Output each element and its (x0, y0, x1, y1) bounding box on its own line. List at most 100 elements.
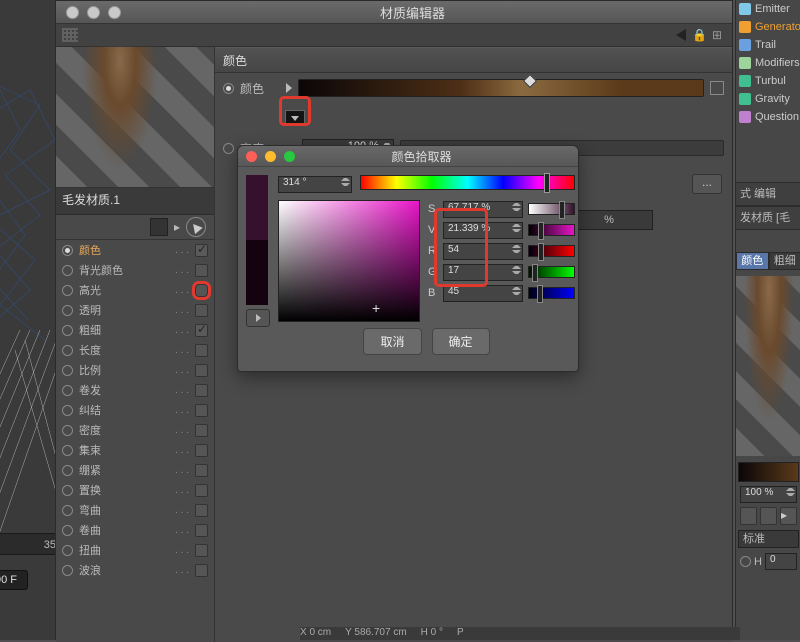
window-titlebar[interactable]: 材质编辑器 (56, 1, 732, 24)
channel-绷紧[interactable]: 绷紧. . . (56, 460, 214, 480)
minimize-dot[interactable] (87, 6, 100, 19)
channel-颜色[interactable]: 颜色. . . (56, 240, 214, 260)
channel-radio[interactable] (62, 365, 73, 376)
channel-checkbox[interactable] (195, 344, 208, 357)
grid-icon[interactable] (62, 28, 78, 42)
channel-radio[interactable] (62, 525, 73, 536)
channel-比例[interactable]: 比例. . . (56, 360, 214, 380)
g-field[interactable]: 17 (443, 264, 523, 281)
attr-play-button[interactable]: ▸ (780, 507, 797, 525)
channel-radio[interactable] (62, 425, 73, 436)
v-field[interactable]: 21.339 % (443, 222, 523, 239)
attr-mode-row[interactable]: 式 编辑 (736, 182, 800, 206)
channel-透明[interactable]: 透明. . . (56, 300, 214, 320)
zoom-dot[interactable] (108, 6, 121, 19)
s-slider[interactable] (528, 203, 575, 215)
channel-radio[interactable] (62, 325, 73, 336)
channel-checkbox[interactable] (195, 324, 208, 337)
channel-radio[interactable] (62, 345, 73, 356)
object-Turbul[interactable]: Turbul (736, 72, 800, 90)
channel-checkbox[interactable] (195, 404, 208, 417)
sv-picker-area[interactable]: + (278, 200, 420, 322)
color-gradient-bar[interactable] (298, 79, 704, 97)
channel-radio[interactable] (62, 545, 73, 556)
back-icon[interactable] (676, 29, 686, 41)
channel-密度[interactable]: 密度. . . (56, 420, 214, 440)
picker-min-dot[interactable] (265, 151, 276, 162)
g-slider[interactable] (528, 266, 575, 278)
channel-扭曲[interactable]: 扭曲. . . (56, 540, 214, 560)
channel-checkbox[interactable] (195, 424, 208, 437)
picker-zoom-dot[interactable] (284, 151, 295, 162)
channel-radio[interactable] (62, 485, 73, 496)
channel-纠结[interactable]: 纠结. . . (56, 400, 214, 420)
channel-背光颜色[interactable]: 背光颜色. . . (56, 260, 214, 280)
channel-radio[interactable] (62, 265, 73, 276)
hue-bar[interactable] (360, 175, 575, 190)
channel-checkbox[interactable] (195, 284, 208, 297)
nav-square-button[interactable] (150, 218, 168, 236)
channel-radio[interactable] (62, 505, 73, 516)
hue-handle[interactable] (544, 173, 550, 193)
attr-btn-1[interactable] (740, 507, 757, 525)
eyedropper-button[interactable] (246, 309, 270, 327)
material-name-field[interactable]: 毛发材质.1 (56, 188, 214, 215)
channel-checkbox[interactable] (195, 364, 208, 377)
hue-field[interactable]: 314 ° (278, 176, 352, 193)
channel-radio[interactable] (62, 405, 73, 416)
picker-close-dot[interactable] (246, 151, 257, 162)
channel-长度[interactable]: 长度. . . (56, 340, 214, 360)
channel-checkbox[interactable] (195, 544, 208, 557)
gradient-knot[interactable] (523, 74, 537, 88)
channel-卷发[interactable]: 卷发. . . (56, 380, 214, 400)
attr-btn-2[interactable] (760, 507, 777, 525)
s-field[interactable]: 67.717 % (443, 201, 523, 218)
channel-checkbox[interactable] (195, 504, 208, 517)
channel-checkbox[interactable] (195, 244, 208, 257)
channel-checkbox[interactable] (195, 524, 208, 537)
b-field[interactable]: 45 (443, 285, 523, 302)
timeline-frame-field[interactable]: 90 F (0, 570, 28, 590)
object-Emitter[interactable]: Emitter (736, 0, 800, 18)
channel-checkbox[interactable] (195, 264, 208, 277)
channel-radio[interactable] (62, 445, 73, 456)
ok-button[interactable]: 确定 (432, 328, 490, 355)
texture-browse-button[interactable]: ... (692, 174, 722, 194)
v-slider[interactable] (528, 224, 575, 236)
close-dot[interactable] (66, 6, 79, 19)
channel-checkbox[interactable] (195, 304, 208, 317)
attr-preview[interactable] (736, 276, 800, 456)
tab-thickness[interactable]: 粗细 (769, 252, 800, 270)
channel-checkbox[interactable] (195, 564, 208, 577)
object-Gravity[interactable]: Gravity (736, 90, 800, 108)
picker-titlebar[interactable]: 颜色拾取器 (238, 146, 578, 167)
channel-radio[interactable] (62, 385, 73, 396)
old-new-color-swatch[interactable] (246, 175, 268, 305)
object-Modifiers[interactable]: Modifiers (736, 54, 800, 72)
channel-radio[interactable] (62, 465, 73, 476)
channel-checkbox[interactable] (195, 444, 208, 457)
attr-h-radio[interactable] (740, 556, 751, 567)
channel-checkbox[interactable] (195, 484, 208, 497)
channel-卷曲[interactable]: 卷曲. . . (56, 520, 214, 540)
channel-集束[interactable]: 集束. . . (56, 440, 214, 460)
attr-brightness-field[interactable]: 100 % (740, 486, 797, 503)
channel-粗细[interactable]: 粗细. . . (56, 320, 214, 340)
link-icon[interactable] (710, 81, 724, 95)
cancel-button[interactable]: 取消 (363, 328, 421, 355)
object-Trail[interactable]: Trail (736, 36, 800, 54)
expand-icon[interactable] (286, 83, 292, 93)
material-preview[interactable] (56, 47, 214, 188)
channel-波浪[interactable]: 波浪. . . (56, 560, 214, 580)
attr-gradient[interactable] (738, 462, 799, 482)
object-Generator[interactable]: Generator (736, 18, 800, 36)
brightness-radio[interactable] (223, 143, 234, 154)
r-slider[interactable] (528, 245, 575, 257)
r-field[interactable]: 54 (443, 243, 523, 260)
channel-radio[interactable] (62, 285, 73, 296)
channel-弯曲[interactable]: 弯曲. . . (56, 500, 214, 520)
channel-checkbox[interactable] (195, 384, 208, 397)
channel-checkbox[interactable] (195, 464, 208, 477)
channel-radio[interactable] (62, 245, 73, 256)
attr-h-field[interactable]: 0 (765, 553, 797, 570)
